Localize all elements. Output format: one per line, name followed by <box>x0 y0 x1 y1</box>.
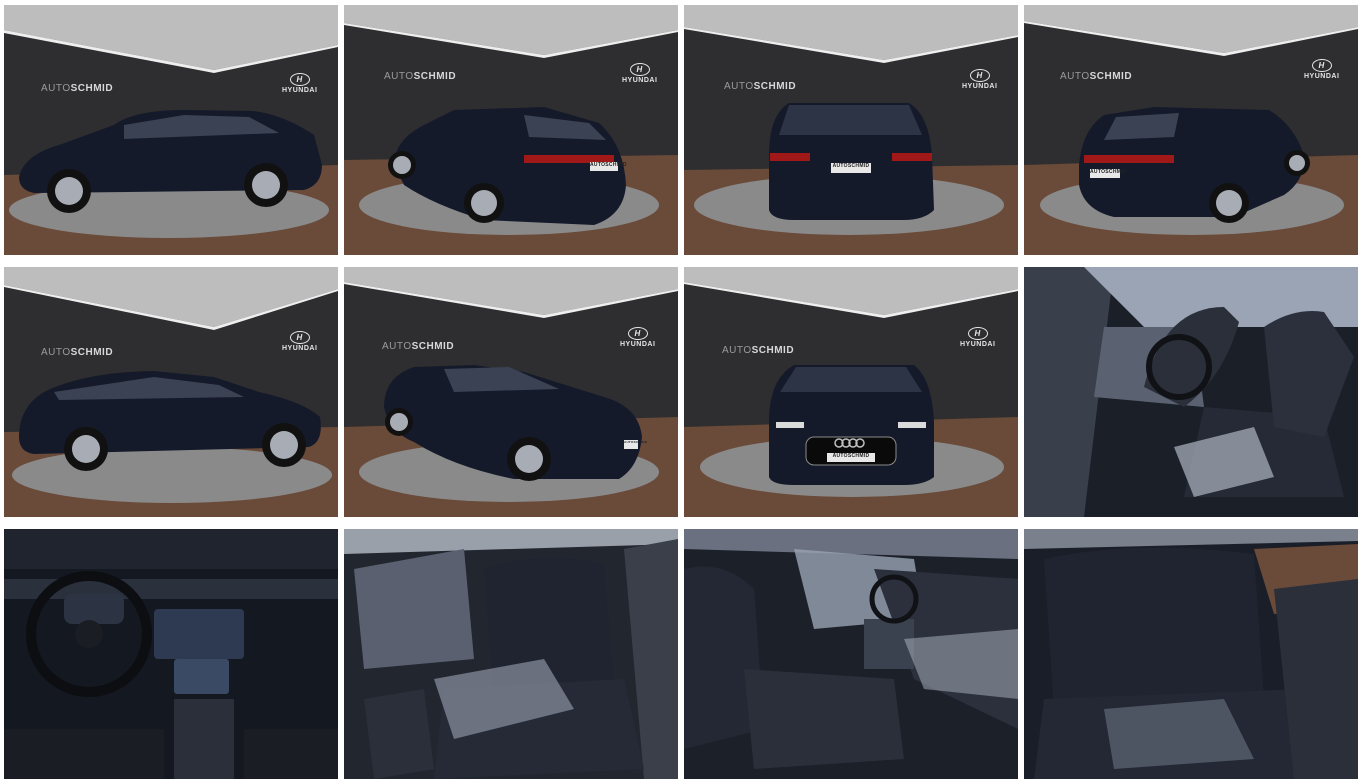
car-photo-rear-three-quarter-right <box>1024 5 1358 255</box>
license-plate: AUTOSCHMID <box>624 440 647 449</box>
brand-logo: H HYUNDAI <box>962 69 998 90</box>
hyundai-logo-icon: H <box>629 63 650 76</box>
photo-tile-3[interactable]: AUTOSCHMID AUTOSCHMID H HYUNDAI <box>684 5 1018 255</box>
photo-tile-1[interactable]: AUTOSCHMID H HYUNDAI <box>4 5 338 255</box>
photo-tile-12[interactable] <box>1024 529 1358 779</box>
license-plate: AUTOSCHMID <box>831 163 871 173</box>
photo-tile-7[interactable]: AUTOSCHMID AUTOSCHMID H HYUNDAI <box>684 267 1018 517</box>
interior-photo-front-seats <box>1024 267 1358 517</box>
hyundai-logo-icon: H <box>967 327 988 340</box>
brand-logo: H HYUNDAI <box>1304 59 1340 80</box>
photo-tile-8[interactable] <box>1024 267 1358 517</box>
car-photo-side-left <box>4 5 338 255</box>
hyundai-logo-icon: H <box>289 73 310 86</box>
brand-logo: H HYUNDAI <box>282 331 318 352</box>
brand-logo: H HYUNDAI <box>960 327 996 348</box>
hyundai-logo-icon: H <box>969 69 990 82</box>
dealer-watermark: AUTOSCHMID <box>384 71 457 82</box>
dealer-watermark: AUTOSCHMID <box>1060 71 1133 82</box>
license-plate: AUTOSCHMID <box>590 162 626 171</box>
license-plate: AUTOSCHMID <box>1090 169 1126 178</box>
hyundai-logo-icon: H <box>1311 59 1332 72</box>
dealer-watermark: AUTOSCHMID <box>382 341 455 352</box>
car-photo-front <box>684 267 1018 517</box>
photo-tile-6[interactable]: AUTOSCHMID AUTOSCHMID H HYUNDAI <box>344 267 678 517</box>
license-plate: AUTOSCHMID <box>827 453 875 462</box>
photo-tile-9[interactable] <box>4 529 338 779</box>
photo-tile-2[interactable]: AUTOSCHMID AUTOSCHMID H HYUNDAI <box>344 5 678 255</box>
photo-tile-4[interactable]: AUTOSCHMID AUTOSCHMID H HYUNDAI <box>1024 5 1358 255</box>
brand-logo: H HYUNDAI <box>282 73 318 94</box>
car-photo-front-three-quarter <box>344 267 678 517</box>
dealer-watermark: AUTOSCHMID <box>41 347 114 358</box>
hyundai-logo-icon: H <box>289 331 310 344</box>
photo-gallery: AUTOSCHMID H HYUNDAI AUTOSCHMID AUTOSCHM… <box>4 5 1358 779</box>
car-photo-rear-three-quarter-left <box>344 5 678 255</box>
brand-logo: H HYUNDAI <box>620 327 656 348</box>
photo-tile-5[interactable]: AUTOSCHMID H HYUNDAI <box>4 267 338 517</box>
interior-photo-rear-bench <box>1024 529 1358 779</box>
dealer-watermark: AUTOSCHMID <box>724 81 797 92</box>
dealer-watermark: AUTOSCHMID <box>41 83 114 94</box>
brand-logo: H HYUNDAI <box>622 63 658 84</box>
hyundai-logo-icon: H <box>627 327 648 340</box>
interior-photo-rear-seats <box>344 529 678 779</box>
photo-tile-10[interactable] <box>344 529 678 779</box>
photo-tile-11[interactable] <box>684 529 1018 779</box>
interior-photo-front-seats-side <box>684 529 1018 779</box>
car-photo-rear <box>684 5 1018 255</box>
car-photo-side-right <box>4 267 338 517</box>
dealer-watermark: AUTOSCHMID <box>722 345 795 356</box>
interior-photo-dashboard <box>4 529 338 779</box>
